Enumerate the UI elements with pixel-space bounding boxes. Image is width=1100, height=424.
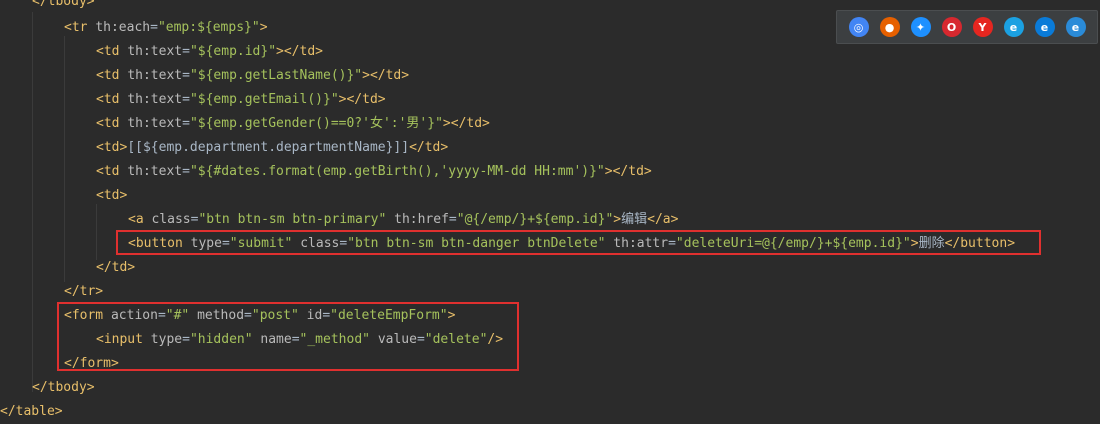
code-token: class — [151, 212, 191, 227]
code-token: th:text — [127, 92, 183, 107]
highlight-box-form — [57, 302, 519, 371]
code-line[interactable]: </tr> — [64, 280, 103, 304]
code-line[interactable]: </tbody> — [32, 376, 95, 400]
code-token: th:each — [95, 20, 151, 35]
code-token: "${emp.getLastName()}" — [189, 68, 363, 83]
code-token: "@{/emp/}+${emp.id}" — [456, 212, 614, 227]
code-token: <td> — [96, 188, 128, 203]
code-token: "${emp.id}" — [189, 44, 277, 59]
code-token: > — [259, 20, 268, 35]
highlight-box-button — [116, 230, 1041, 255]
code-token: </tr> — [64, 284, 104, 299]
code-token: [[${emp.department.departmentName}]] — [127, 140, 410, 155]
code-token: = — [182, 92, 190, 107]
code-token: <td — [96, 44, 128, 59]
code-line[interactable]: <td th:text="${#dates.format(emp.getBirt… — [96, 160, 652, 184]
code-line[interactable]: <td th:text="${emp.getGender()==0?'女':'男… — [96, 112, 490, 136]
code-token: ></td> — [604, 164, 652, 179]
code-token: = — [150, 20, 158, 35]
code-token: <td — [96, 68, 128, 83]
code-token: <tr — [64, 20, 96, 35]
code-token: th:text — [127, 164, 183, 179]
code-token: > — [613, 212, 622, 227]
code-token: ></td> — [442, 116, 490, 131]
code-line[interactable]: <tr th:each="emp:${emps}"> — [64, 16, 268, 40]
code-token: "${emp.getGender()==0?'女':'男'}" — [189, 116, 443, 131]
code-token: </td> — [96, 260, 136, 275]
ie-icon[interactable]: e — [1003, 17, 1024, 37]
indent-guide — [96, 204, 97, 260]
code-token: ></td> — [362, 68, 410, 83]
code-token: th:href — [394, 212, 449, 227]
chrome-icon[interactable]: ◎ — [848, 17, 869, 37]
code-token: <td — [96, 116, 128, 131]
code-line[interactable]: <td th:text="${emp.id}"></td> — [96, 40, 323, 64]
code-token: </td> — [409, 140, 449, 155]
code-token: </tbody> — [32, 0, 95, 9]
code-token: = — [182, 44, 190, 59]
code-token: </table> — [0, 404, 63, 419]
code-token: "${#dates.format(emp.getBirth(),'yyyy-MM… — [189, 164, 605, 179]
edge-icon[interactable]: e — [1034, 17, 1055, 37]
firefox-icon[interactable]: ● — [879, 17, 900, 37]
code-token: = — [182, 68, 190, 83]
code-line[interactable]: </table> — [0, 400, 63, 424]
code-line[interactable]: </td> — [96, 256, 135, 280]
code-line[interactable]: <a class = "btn btn-sm btn-primary" th:hre… — [128, 208, 678, 232]
code-line[interactable]: <td>[[${emp.department.departmentName}]]… — [96, 136, 448, 160]
code-token: th:text — [127, 116, 183, 131]
code-token: = — [182, 116, 190, 131]
code-token: <td — [96, 92, 128, 107]
yandex-icon[interactable]: Y — [972, 17, 993, 37]
code-token: "emp:${emps}" — [157, 20, 260, 35]
code-token: ></td> — [276, 44, 323, 59]
opera-icon[interactable]: O — [941, 17, 962, 37]
code-token: </a> — [647, 212, 679, 227]
code-token: "btn btn-sm btn-primary" — [198, 212, 387, 227]
browser-preview-toolbar: ◎ ● ✦ O Ye e e — [836, 10, 1098, 44]
code-line[interactable]: <td th:text="${emp.getLastName()}"></td> — [96, 64, 409, 88]
edge-legacy-icon[interactable]: e — [1065, 17, 1086, 37]
code-token: "${emp.getEmail()}" — [189, 92, 339, 107]
code-line[interactable]: </tbody> — [32, 0, 95, 14]
code-token: <td> — [96, 140, 128, 155]
code-editor[interactable]: </tbody> <tr th:each="emp:${emps}"> <td th… — [0, 0, 1100, 419]
code-token: <td — [96, 164, 128, 179]
code-token: </tbody> — [32, 380, 95, 395]
code-token: <a — [128, 212, 152, 227]
code-line[interactable]: <td> — [96, 184, 127, 208]
code-token: ></td> — [338, 92, 386, 107]
code-token: = — [448, 212, 457, 227]
indent-guide — [64, 36, 65, 282]
code-token: th:text — [127, 68, 183, 83]
code-token: = — [182, 164, 190, 179]
code-line[interactable]: <td th:text="${emp.getEmail()}"></td> — [96, 88, 386, 112]
indent-guide — [32, 12, 33, 392]
code-token: th:text — [127, 44, 183, 59]
safari-icon[interactable]: ✦ — [910, 17, 931, 37]
code-token: 编辑 — [621, 212, 648, 227]
